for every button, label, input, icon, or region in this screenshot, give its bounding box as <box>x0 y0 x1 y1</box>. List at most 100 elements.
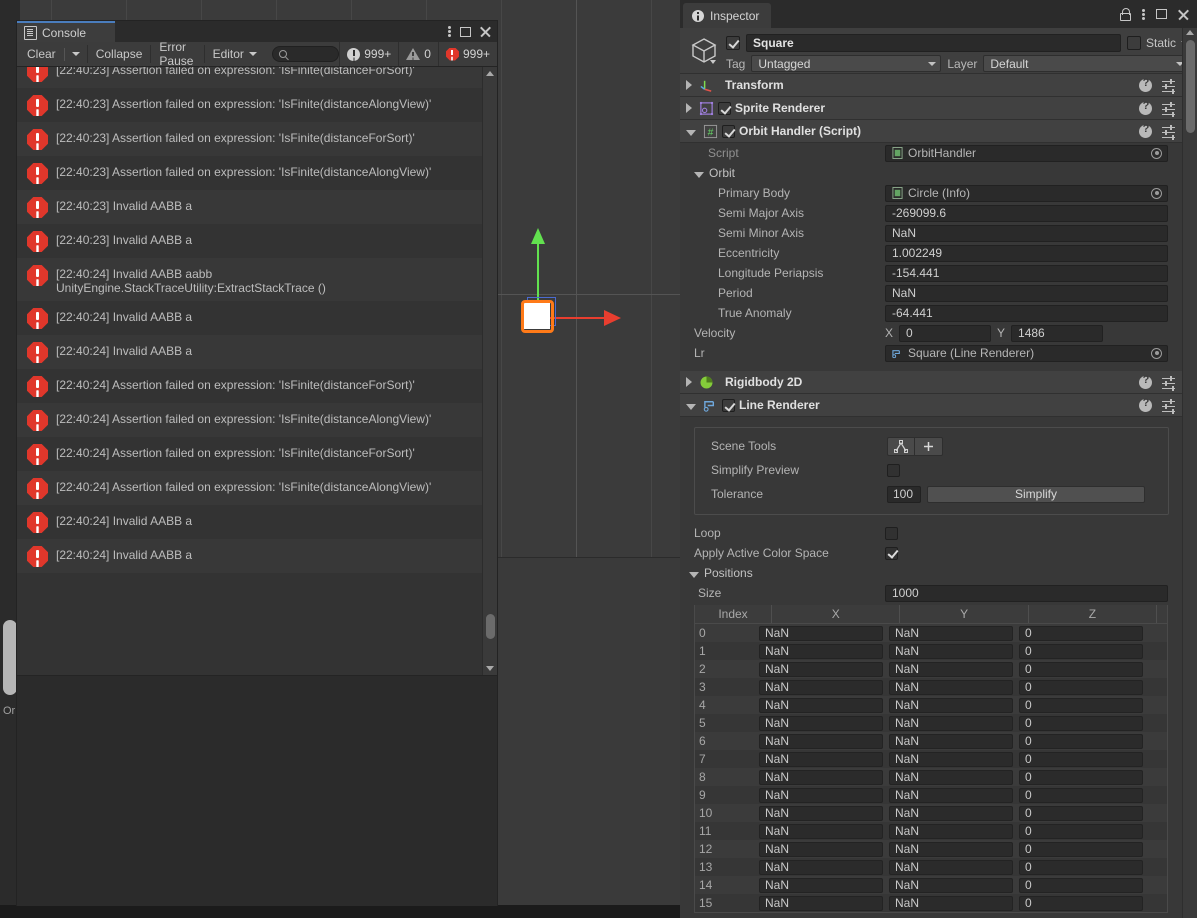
position-x-input[interactable]: NaN <box>759 625 883 641</box>
position-z-input[interactable]: 0 <box>1019 625 1143 641</box>
position-z-input[interactable]: 0 <box>1019 733 1143 749</box>
orbit-field-input[interactable]: Circle (Info) <box>885 184 1168 202</box>
console-log-entry[interactable]: [22:40:23] Assertion failed on expressio… <box>17 88 483 122</box>
position-y-input[interactable]: NaN <box>889 769 1013 785</box>
console-log-list[interactable]: [22:40:23] Assertion failed on expressio… <box>17 67 497 675</box>
positions-foldout[interactable]: Positions <box>680 563 1197 583</box>
component-header-line-renderer[interactable]: Line Renderer <box>680 394 1197 417</box>
layer-dropdown[interactable]: Default <box>983 55 1189 72</box>
help-icon[interactable] <box>1139 123 1152 138</box>
inspector-scrollbar[interactable] <box>1182 28 1197 918</box>
maximize-icon[interactable] <box>460 26 471 37</box>
size-input[interactable]: 1000 <box>885 584 1168 602</box>
orbit-field-input[interactable]: -64.441 <box>885 304 1168 322</box>
position-x-input[interactable]: NaN <box>759 895 883 911</box>
help-icon[interactable] <box>1139 374 1152 389</box>
simplify-button[interactable]: Simplify <box>927 485 1145 503</box>
orbit-group-foldout[interactable]: Orbit <box>680 163 1197 183</box>
inspector-scrollbar-thumb[interactable] <box>1186 40 1195 133</box>
positions-table-row[interactable]: 8 NaN NaN 0 <box>695 768 1167 786</box>
position-x-input[interactable]: NaN <box>759 805 883 821</box>
position-y-input[interactable]: NaN <box>889 625 1013 641</box>
foldout-arrow-icon[interactable] <box>686 403 696 410</box>
console-log-entry[interactable]: [22:40:23] Assertion failed on expressio… <box>17 156 483 190</box>
static-checkbox[interactable] <box>1126 36 1141 50</box>
orbit-field-input[interactable]: -269099.6 <box>885 204 1168 222</box>
orbit-field-input[interactable]: -154.441 <box>885 264 1168 282</box>
positions-table-row[interactable]: 12 NaN NaN 0 <box>695 840 1167 858</box>
position-x-input[interactable]: NaN <box>759 859 883 875</box>
position-x-input[interactable]: NaN <box>759 769 883 785</box>
scroll-up-arrow-icon[interactable] <box>486 71 494 76</box>
position-y-input[interactable]: NaN <box>889 733 1013 749</box>
preset-icon[interactable] <box>1162 78 1175 92</box>
error-pause-button[interactable]: Error Pause <box>151 40 205 68</box>
positions-table-row[interactable]: 14 NaN NaN 0 <box>695 876 1167 894</box>
orbit-handler-enabled-checkbox[interactable] <box>722 124 735 138</box>
console-log-entry[interactable]: [22:40:24] Invalid AABB aabb UnityEngine… <box>17 258 483 301</box>
console-log-entry[interactable]: [22:40:24] Assertion failed on expressio… <box>17 437 483 471</box>
position-y-input[interactable]: NaN <box>889 679 1013 695</box>
kebab-icon[interactable] <box>1142 8 1145 21</box>
position-z-input[interactable]: 0 <box>1019 751 1143 767</box>
positions-table-row[interactable]: 13 NaN NaN 0 <box>695 858 1167 876</box>
clear-button[interactable]: Clear <box>19 45 64 63</box>
positions-table-row[interactable]: 3 NaN NaN 0 <box>695 678 1167 696</box>
log-count-toggle[interactable]: 999+ <box>339 42 398 66</box>
position-y-input[interactable]: NaN <box>889 895 1013 911</box>
preset-icon[interactable] <box>1162 101 1175 115</box>
position-z-input[interactable]: 0 <box>1019 769 1143 785</box>
position-z-input[interactable]: 0 <box>1019 823 1143 839</box>
lock-icon[interactable] <box>1120 7 1131 21</box>
lr-object-field[interactable]: Square (Line Renderer) <box>885 344 1168 362</box>
warning-count-toggle[interactable]: 0 <box>398 42 438 66</box>
position-y-input[interactable]: NaN <box>889 841 1013 857</box>
position-x-input[interactable]: NaN <box>759 715 883 731</box>
simplify-preview-checkbox[interactable] <box>887 463 900 477</box>
console-log-entry[interactable]: [22:40:24] Assertion failed on expressio… <box>17 369 483 403</box>
position-z-input[interactable]: 0 <box>1019 877 1143 893</box>
help-icon[interactable] <box>1139 397 1152 412</box>
positions-table-row[interactable]: 10 NaN NaN 0 <box>695 804 1167 822</box>
preset-icon[interactable] <box>1162 375 1175 389</box>
console-log-entry[interactable]: [22:40:23] Invalid AABB a <box>17 190 483 224</box>
tag-dropdown[interactable]: Untagged <box>751 55 942 72</box>
position-z-input[interactable]: 0 <box>1019 661 1143 677</box>
help-icon[interactable] <box>1139 100 1152 115</box>
position-x-input[interactable]: NaN <box>759 841 883 857</box>
scroll-down-arrow-icon[interactable] <box>486 666 494 671</box>
preset-icon[interactable] <box>1162 398 1175 412</box>
foldout-arrow-icon[interactable] <box>686 80 692 90</box>
close-icon[interactable] <box>480 26 491 37</box>
editor-dropdown[interactable]: Editor <box>205 45 265 63</box>
console-log-entry[interactable]: [22:40:24] Invalid AABB a <box>17 539 483 573</box>
foldout-arrow-icon[interactable] <box>686 103 692 113</box>
position-y-input[interactable]: NaN <box>889 805 1013 821</box>
component-header-orbit-handler[interactable]: # Orbit Handler (Script) <box>680 120 1197 143</box>
position-y-input[interactable]: NaN <box>889 715 1013 731</box>
close-icon[interactable] <box>1178 9 1189 20</box>
position-y-input[interactable]: NaN <box>889 787 1013 803</box>
position-y-input[interactable]: NaN <box>889 661 1013 677</box>
positions-table-row[interactable]: 15 NaN NaN 0 <box>695 894 1167 912</box>
help-icon[interactable] <box>1139 77 1152 92</box>
positions-table-row[interactable]: 1 NaN NaN 0 <box>695 642 1167 660</box>
gameobject-enabled-checkbox[interactable] <box>726 36 740 50</box>
position-y-input[interactable]: NaN <box>889 877 1013 893</box>
console-log-entry[interactable]: [22:40:24] Invalid AABB a <box>17 505 483 539</box>
position-z-input[interactable]: 0 <box>1019 895 1143 911</box>
position-x-input[interactable]: NaN <box>759 787 883 803</box>
component-header-sprite-renderer[interactable]: Sprite Renderer <box>680 97 1197 120</box>
console-log-entry[interactable]: [22:40:23] Assertion failed on expressio… <box>17 67 483 88</box>
position-z-input[interactable]: 0 <box>1019 841 1143 857</box>
console-log-entry[interactable]: [22:40:23] Assertion failed on expressio… <box>17 122 483 156</box>
position-z-input[interactable]: 0 <box>1019 805 1143 821</box>
positions-table-row[interactable]: 2 NaN NaN 0 <box>695 660 1167 678</box>
position-z-input[interactable]: 0 <box>1019 697 1143 713</box>
position-x-input[interactable]: NaN <box>759 733 883 749</box>
left-panel-scrollbar-thumb[interactable] <box>3 620 17 695</box>
console-log-entry[interactable]: [22:40:24] Invalid AABB a <box>17 335 483 369</box>
positions-table-row[interactable]: 11 NaN NaN 0 <box>695 822 1167 840</box>
position-z-input[interactable]: 0 <box>1019 787 1143 803</box>
position-y-input[interactable]: NaN <box>889 643 1013 659</box>
